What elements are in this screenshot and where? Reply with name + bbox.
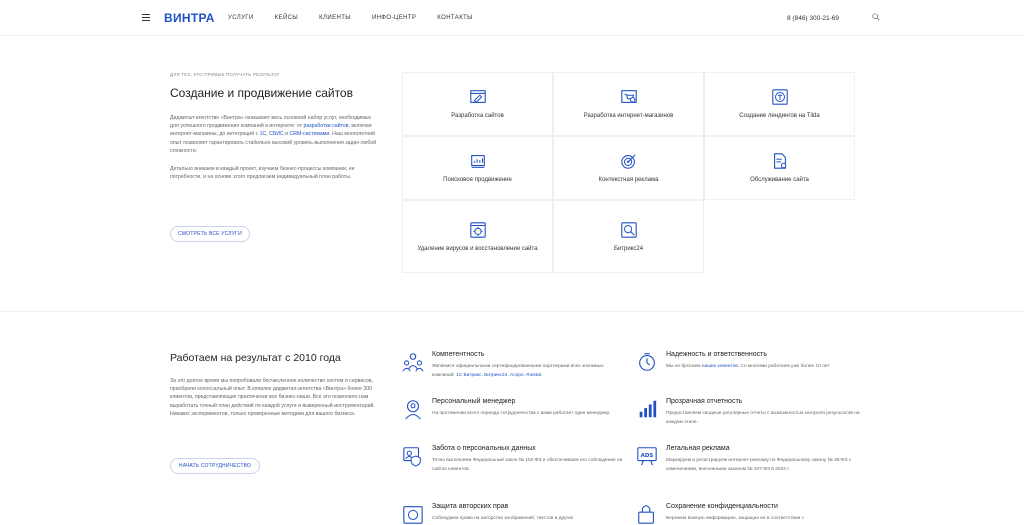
main-nav: УСЛУГИ КЕЙСЫ КЛИЕНТЫ ИНФО-ЦЕНТР КОНТАКТЫ [228, 15, 494, 21]
service-card-seo[interactable]: Поисковое продвижение [402, 136, 553, 200]
svg-text:ADS: ADS [641, 453, 654, 459]
service-card-shops[interactable]: Разработка интернет-магазинов [553, 72, 704, 136]
link-our-clients[interactable]: наших клиентов [702, 364, 738, 369]
link-partners[interactable]: 1С Битрикс, Битрикс24, Аспро, Roistat [456, 373, 541, 378]
nav-cases[interactable]: КЕЙСЫ [275, 15, 298, 21]
results-title: Работаем на результат с 2010 года [170, 352, 341, 364]
section-divider [0, 311, 1024, 312]
seo-chart-icon [470, 155, 485, 168]
hero-eyebrow: ДЛЯ ТЕХ, КТО ПРИВЫК ПОЛУЧАТЬ РЕЗУЛЬТАТ [170, 72, 280, 77]
data-protection-icon [403, 447, 421, 467]
feature-text: Мы не бросаем наших клиентов. Со многими… [666, 362, 861, 371]
copyright-icon [403, 506, 423, 524]
service-label: Удаление вирусов и восстановление сайта [417, 245, 538, 252]
feature-title: Надежность и ответственность [666, 351, 768, 358]
feature-title: Компетентность [432, 351, 485, 358]
site-header: ВИНТРА УСЛУГИ КЕЙСЫ КЛИЕНТЫ ИНФО-ЦЕНТР К… [0, 0, 1024, 36]
service-card-tilda[interactable]: Создание лендингов на Tilda [704, 72, 855, 136]
tilda-icon [771, 89, 788, 105]
team-icon [402, 353, 424, 372]
service-label: Контекстная реклама [598, 177, 659, 183]
text-part: Мы не бросаем [666, 364, 702, 369]
feature-text: Соблюдаем права на авторство изображений… [432, 516, 574, 521]
hero-paragraph-2: Детально вникаем в каждый проект, изучае… [170, 166, 355, 181]
website-edit-icon [469, 90, 486, 104]
feature-text: На протяжении всего периода сотрудничест… [432, 411, 611, 416]
results-intro: Работаем на результат с 2010 года За это… [170, 352, 380, 418]
target-icon [620, 154, 636, 169]
feature-text: Предоставляем сводные регулярные отчеты … [666, 411, 860, 425]
empty-cell [704, 200, 855, 273]
hero-title: Создание и продвижение сайтов [170, 86, 353, 100]
service-card-maintenance[interactable]: Обслуживание сайта [704, 136, 855, 200]
link-sbis[interactable]: СБИС [269, 131, 284, 137]
feature-text: Маркируем и регистрируем интернет-реклам… [666, 458, 852, 472]
text-part: . Со многими работаем уже более 10 лет [737, 364, 830, 369]
service-label: Поисковое продвижение [443, 177, 512, 183]
feature-text: Точно выполняем Федеральный закон № 152-… [432, 458, 623, 472]
service-label: Создание лендингов на Tilda [739, 113, 820, 119]
feature-title: Прозрачная отчетность [666, 398, 743, 405]
feature-title: Сохранение конфиденциальности [666, 503, 778, 510]
nav-clients[interactable]: КЛИЕНТЫ [319, 15, 351, 21]
manager-icon [405, 400, 421, 420]
service-card-virus-removal[interactable]: Удаление вирусов и восстановление сайта [402, 200, 553, 273]
feature-text: Являемся официальными сертифицированными… [432, 362, 627, 380]
service-card-bitrix24[interactable]: Битрикс24 [553, 200, 704, 273]
feature-title: Легальная реклама [666, 445, 730, 452]
service-label: Битрикс24 [613, 245, 644, 252]
start-cooperation-button[interactable]: НАЧАТЬ СОТРУДНИЧЕСТВО [170, 458, 260, 474]
service-label: Разработка интернет-магазинов [583, 113, 674, 119]
search-icon[interactable] [872, 13, 880, 21]
shop-icon [620, 90, 637, 103]
lock-icon [638, 505, 654, 524]
clock-icon [639, 353, 655, 371]
document-gear-icon [773, 153, 786, 169]
bar-chart-icon [639, 400, 657, 418]
results-text: За это долгое время мы попробовали бесчи… [170, 378, 375, 417]
virus-icon [469, 221, 486, 238]
feature-title: Забота о персональных данных [432, 445, 536, 452]
hero-intro: ДЛЯ ТЕХ, КТО ПРИВЫК ПОЛУЧАТЬ РЕЗУЛЬТАТ С… [170, 72, 380, 181]
nav-services[interactable]: УСЛУГИ [228, 15, 254, 21]
nav-contacts[interactable]: КОНТАКТЫ [437, 15, 473, 21]
feature-text: Бережем важную информацию, защищая ее в … [666, 516, 805, 521]
bitrix-icon [620, 221, 637, 238]
all-services-button[interactable]: СМОТРЕТЬ ВСЕ УСЛУГИ [170, 226, 250, 242]
feature-title: Защита авторских прав [432, 503, 509, 510]
link-crm[interactable]: CRM-системами [290, 131, 330, 137]
service-label: Обслуживание сайта [750, 177, 809, 183]
logo[interactable]: ВИНТРА [164, 11, 215, 25]
phone-number[interactable]: 8 (846) 300-21-69 [787, 15, 839, 22]
menu-icon[interactable] [142, 14, 150, 21]
hero-paragraph: Диджитал-агентство «Винтра» оказывает ве… [170, 114, 380, 155]
link-web-dev[interactable]: разработки сайтов [304, 123, 349, 129]
service-label: Разработка сайтов [451, 113, 504, 119]
service-card-websites[interactable]: Разработка сайтов [402, 72, 553, 136]
services-grid: Разработка сайтов Разработка интернет-ма… [402, 72, 856, 273]
feature-title: Персональный менеджер [432, 398, 516, 405]
service-card-context-ads[interactable]: Контекстная реклама [553, 136, 704, 200]
nav-info-center[interactable]: ИНФО-ЦЕНТР [372, 15, 416, 21]
ads-icon: ADS [637, 447, 657, 466]
